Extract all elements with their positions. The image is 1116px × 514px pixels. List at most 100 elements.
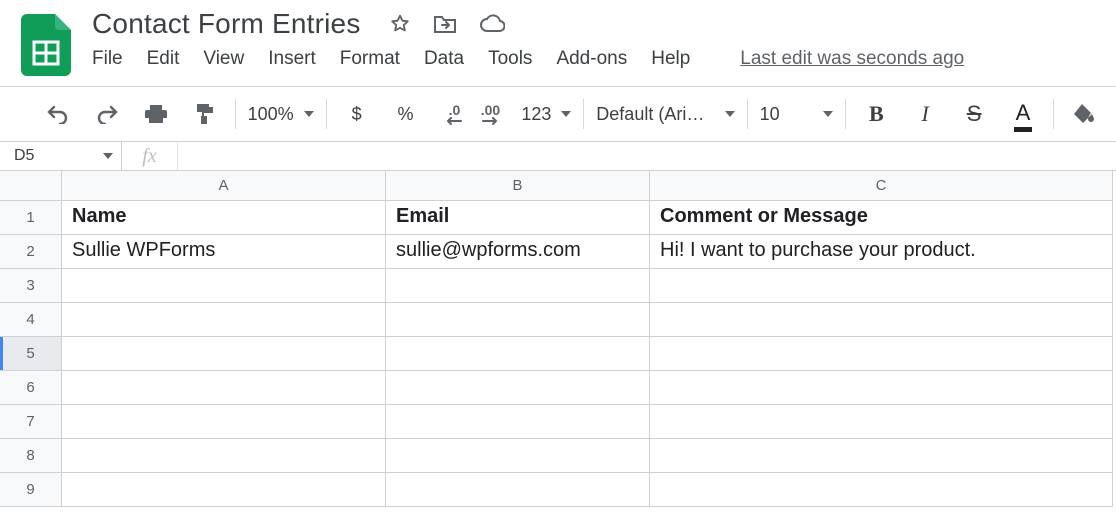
- cell[interactable]: sullie@wpforms.com: [386, 235, 650, 269]
- cell[interactable]: [650, 371, 1113, 405]
- decrease-decimal-button[interactable]: .0: [436, 96, 472, 132]
- separator: [326, 99, 327, 129]
- caret-down-icon: [304, 111, 314, 117]
- menu-edit[interactable]: Edit: [147, 48, 180, 70]
- table-row: [62, 269, 1113, 303]
- select-all-corner[interactable]: [0, 171, 62, 201]
- paint-format-button[interactable]: [187, 96, 223, 132]
- cell[interactable]: [650, 269, 1113, 303]
- document-title[interactable]: Contact Form Entries: [92, 8, 361, 40]
- star-icon[interactable]: [389, 13, 411, 35]
- text-color-button[interactable]: A: [1005, 96, 1041, 132]
- cell[interactable]: [386, 405, 650, 439]
- move-icon[interactable]: [433, 13, 457, 35]
- menu-data[interactable]: Data: [424, 48, 464, 70]
- cell[interactable]: [62, 439, 386, 473]
- menu-help[interactable]: Help: [651, 48, 690, 70]
- cell[interactable]: Name: [62, 201, 386, 235]
- row-header[interactable]: 6: [0, 371, 62, 405]
- cell[interactable]: [62, 269, 386, 303]
- undo-button[interactable]: [40, 96, 76, 132]
- cell[interactable]: [386, 439, 650, 473]
- cell[interactable]: [650, 303, 1113, 337]
- cell[interactable]: Hi! I want to purchase your product.: [650, 235, 1113, 269]
- zoom-value: 100%: [248, 104, 294, 125]
- cell[interactable]: [650, 405, 1113, 439]
- redo-button[interactable]: [89, 96, 125, 132]
- increase-decimal-button[interactable]: .00: [472, 96, 508, 132]
- number-format-label: 123: [521, 104, 551, 125]
- sheets-app-icon[interactable]: [21, 14, 71, 76]
- table-row: [62, 439, 1113, 473]
- format-percent-button[interactable]: %: [388, 96, 424, 132]
- cell[interactable]: [386, 269, 650, 303]
- table-row: [62, 405, 1113, 439]
- last-edit-link[interactable]: Last edit was seconds ago: [740, 48, 964, 70]
- row-header[interactable]: 4: [0, 303, 62, 337]
- fx-label: fx: [122, 142, 178, 170]
- menu-insert[interactable]: Insert: [268, 48, 316, 70]
- menu-file[interactable]: File: [92, 48, 123, 70]
- row-header[interactable]: 2: [0, 235, 62, 269]
- separator: [1053, 99, 1054, 129]
- bold-button[interactable]: B: [858, 96, 894, 132]
- fill-color-button[interactable]: [1066, 96, 1102, 132]
- cell[interactable]: Sullie WPForms: [62, 235, 386, 269]
- row-header[interactable]: 8: [0, 439, 62, 473]
- format-currency-button[interactable]: $: [339, 96, 375, 132]
- cell[interactable]: Email: [386, 201, 650, 235]
- row-header[interactable]: 7: [0, 405, 62, 439]
- font-name: Default (Ari…: [596, 104, 704, 125]
- zoom-dropdown[interactable]: 100%: [248, 104, 314, 125]
- name-box-input[interactable]: [12, 146, 72, 166]
- cell[interactable]: [650, 473, 1113, 507]
- cell[interactable]: [386, 303, 650, 337]
- menu-view[interactable]: View: [203, 48, 244, 70]
- cloud-status-icon[interactable]: [479, 14, 505, 34]
- cell[interactable]: [650, 337, 1113, 371]
- column-headers-row: ABC: [0, 171, 1116, 201]
- strikethrough-button[interactable]: S: [956, 96, 992, 132]
- spreadsheet-grid[interactable]: ABC 123456789 NameEmailComment or Messag…: [0, 171, 1116, 507]
- cell[interactable]: [386, 337, 650, 371]
- caret-down-icon: [725, 111, 735, 117]
- cell[interactable]: [386, 371, 650, 405]
- toolbar: 100% $ % .0 .00 123 Default (Ari… 10 B I…: [0, 87, 1116, 141]
- print-button[interactable]: [138, 96, 174, 132]
- cell[interactable]: [62, 405, 386, 439]
- separator: [845, 99, 846, 129]
- separator: [583, 99, 584, 129]
- cell[interactable]: [62, 473, 386, 507]
- cell[interactable]: [650, 439, 1113, 473]
- column-header[interactable]: A: [62, 171, 386, 201]
- name-box[interactable]: [0, 142, 122, 170]
- title-area: Contact Form Entries File Edit View Inse…: [0, 0, 1116, 76]
- column-header[interactable]: B: [386, 171, 650, 201]
- row-header[interactable]: 3: [0, 269, 62, 303]
- row-header[interactable]: 1: [0, 201, 62, 235]
- font-dropdown[interactable]: Default (Ari…: [596, 104, 734, 125]
- cell[interactable]: Comment or Message: [650, 201, 1113, 235]
- menu-bar: File Edit View Insert Format Data Tools …: [92, 42, 1116, 70]
- caret-down-icon: [561, 111, 571, 117]
- formula-bar-input[interactable]: [178, 142, 1116, 170]
- caret-down-icon: [823, 111, 833, 117]
- menu-tools[interactable]: Tools: [488, 48, 532, 70]
- number-format-dropdown[interactable]: 123: [521, 104, 571, 125]
- table-row: NameEmailComment or Message: [62, 201, 1113, 235]
- italic-button[interactable]: I: [907, 96, 943, 132]
- menu-format[interactable]: Format: [340, 48, 400, 70]
- cell[interactable]: [386, 473, 650, 507]
- title-icons: [389, 13, 505, 35]
- app-icon-wrap: [0, 8, 92, 76]
- row-header[interactable]: 5: [0, 337, 62, 371]
- table-row: [62, 303, 1113, 337]
- row-header[interactable]: 9: [0, 473, 62, 507]
- table-row: Sullie WPFormssullie@wpforms.comHi! I wa…: [62, 235, 1113, 269]
- font-size-dropdown[interactable]: 10: [760, 104, 834, 125]
- cell[interactable]: [62, 337, 386, 371]
- column-header[interactable]: C: [650, 171, 1113, 201]
- cell[interactable]: [62, 371, 386, 405]
- cell[interactable]: [62, 303, 386, 337]
- menu-addons[interactable]: Add-ons: [556, 48, 627, 70]
